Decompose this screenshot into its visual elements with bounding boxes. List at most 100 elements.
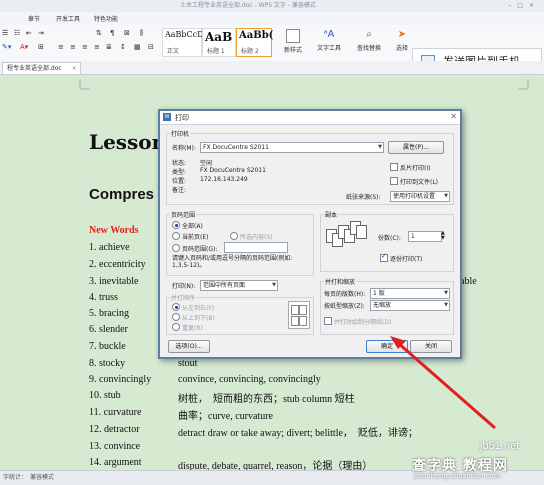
- align-center-icon[interactable]: ≡: [70, 43, 76, 51]
- print-what-select[interactable]: 范围中所有页面 ▼: [200, 280, 278, 291]
- bullets-icon[interactable]: ☰: [2, 29, 8, 37]
- printer-properties-button[interactable]: 属性(P)...: [388, 141, 444, 154]
- order-left-right-label: 从左到右(F): [182, 305, 215, 312]
- watermark-url: jiaocheng.chazidian.com: [414, 472, 501, 480]
- chevron-down-icon: ▼: [444, 193, 448, 199]
- page-range-hint: 请键入页码和/或用逗号分隔的页码范围(例如: 1,3,5-12)。: [172, 255, 293, 269]
- menu-item-features[interactable]: 特色功能: [94, 14, 118, 23]
- line-spacing-icon[interactable]: ↕: [120, 43, 126, 51]
- new-words-heading: New Words: [89, 225, 139, 236]
- selection-radio[interactable]: [230, 232, 238, 240]
- outdent-icon[interactable]: ⇥: [38, 29, 44, 37]
- type-label: 类型:: [172, 169, 187, 176]
- font-color-icon[interactable]: A▾: [20, 43, 28, 51]
- page-range-input[interactable]: [224, 242, 288, 253]
- copies-input[interactable]: 1: [408, 231, 442, 242]
- order-group-label: 并打顺序: [170, 293, 197, 302]
- document-tab[interactable]: 程专业英语全部.doc ×: [2, 62, 81, 74]
- menu-item-dev-tools[interactable]: 开发工具: [56, 14, 80, 23]
- pages-per-sheet-label: 每页的版数(H):: [324, 291, 366, 298]
- style-heading-2[interactable]: AaBb( 标题 2: [236, 28, 273, 57]
- page-range-group-label: 页码范围: [170, 210, 197, 219]
- close-tab-icon[interactable]: ×: [72, 63, 77, 74]
- column-icon[interactable]: ⫼: [140, 29, 143, 38]
- menu-item-chapter[interactable]: 章节: [28, 14, 40, 23]
- scale-select[interactable]: 无缩放 ▼: [370, 300, 450, 311]
- close-button[interactable]: 关闭: [410, 340, 452, 353]
- merge-border-checkbox[interactable]: [324, 317, 332, 325]
- printer-group-label: 打印机: [170, 129, 191, 138]
- word-definition: convince, convincing, convincingly: [178, 374, 321, 385]
- word-definition: stout: [178, 358, 198, 369]
- border-icon[interactable]: ⊞: [38, 43, 44, 51]
- word-item: 3. inevitable: [89, 276, 139, 287]
- copies-group-label: 副本: [324, 210, 339, 219]
- order-top-bottom-radio[interactable]: [172, 313, 180, 321]
- word-item: 12. detractor: [89, 424, 140, 435]
- numbering-icon[interactable]: ☷: [14, 29, 20, 37]
- align-right-icon[interactable]: ≡: [82, 43, 88, 51]
- print-to-file-checkbox[interactable]: [390, 177, 398, 185]
- collate-checkbox[interactable]: [380, 252, 388, 262]
- indent-icon[interactable]: ⇤: [26, 29, 32, 37]
- word-definition: detract draw or take away; divert; belit…: [178, 428, 418, 439]
- order-left-right-radio[interactable]: [172, 303, 180, 311]
- status-text: 字统计： 兼容模式: [3, 474, 55, 481]
- style-heading-1[interactable]: AaB 标题 1: [202, 28, 236, 57]
- reverse-print-label: 反片打印(I): [400, 165, 431, 172]
- text-tools-button[interactable]: ᵃA 文字工具: [312, 29, 346, 52]
- highlight-icon[interactable]: ✎▾: [2, 43, 11, 51]
- paper-source-select[interactable]: 使用打印机设置 ▼: [390, 191, 450, 202]
- window-title: 土木工程专业英语全部.doc - WPS 文字 - 兼容模式: [180, 2, 316, 9]
- find-icon: ⌕: [366, 29, 372, 40]
- order-repeat-label: 重复(R): [182, 325, 203, 332]
- justify-icon[interactable]: ≡: [94, 43, 100, 51]
- merge-scale-group-label: 并打和缩放: [324, 277, 357, 286]
- page-range-radio[interactable]: [172, 244, 180, 252]
- new-style-button[interactable]: 新样式: [276, 29, 310, 54]
- show-marks-icon[interactable]: ¶: [110, 29, 114, 37]
- style-normal[interactable]: AaBbCcD 正文: [162, 28, 204, 57]
- word-item: 1. achieve: [89, 242, 130, 253]
- word-definition: 树桩， 短而粗的东西；stub column 短柱: [178, 394, 355, 405]
- dialog-title: 打印: [175, 114, 189, 122]
- scale-label: 按纸型缩放(Z):: [324, 303, 365, 310]
- word-definition: 曲率；curve, curvature: [178, 411, 273, 422]
- close-icon[interactable]: ✕: [450, 112, 457, 121]
- watermark-site: jb51.net: [480, 440, 520, 452]
- align-left-icon[interactable]: ≡: [58, 43, 64, 51]
- options-button[interactable]: 选项(O)...: [168, 340, 210, 353]
- print-to-file-label: 打印到文件(L): [400, 179, 439, 186]
- current-page-radio[interactable]: [172, 232, 180, 240]
- tab-icon[interactable]: ⊠: [124, 29, 130, 37]
- chevron-down-icon: ▼: [444, 290, 448, 296]
- order-repeat-radio[interactable]: [172, 323, 180, 331]
- sort-icon[interactable]: ⇅: [96, 29, 102, 37]
- section-heading: Compres: [89, 186, 155, 203]
- copies-label: 份数(C):: [378, 235, 401, 242]
- copies-spinner-icon[interactable]: ▲ ▼: [441, 231, 445, 241]
- window-controls[interactable]: –□×: [508, 0, 540, 12]
- reverse-print-checkbox[interactable]: [390, 163, 398, 171]
- new-style-icon: [286, 29, 300, 43]
- distribute-icon[interactable]: ≣: [106, 43, 112, 51]
- word-item: 14. argument: [89, 457, 142, 468]
- order-top-bottom-label: 从上到下(B): [182, 315, 215, 322]
- pages-per-sheet-select[interactable]: 1 版 ▼: [370, 288, 450, 299]
- shading-icon[interactable]: ▦: [134, 43, 141, 51]
- print-dialog: W 打印 ✕ 打印机 名称(M): FX DocuCentre S2011 ▼ 属…: [158, 109, 462, 359]
- selection-label: 所选内容(S): [240, 234, 273, 241]
- dialog-titlebar[interactable]: W 打印 ✕: [160, 111, 460, 125]
- table-border-icon[interactable]: ⊟: [148, 43, 154, 51]
- printer-name-select[interactable]: FX DocuCentre S2011 ▼: [200, 142, 384, 153]
- find-replace-button[interactable]: ⌕ 查找替换: [352, 29, 386, 52]
- select-button[interactable]: ➤ 选择: [390, 29, 414, 52]
- cursor-icon: ➤: [397, 29, 407, 40]
- status-label: 状态:: [172, 160, 187, 167]
- page-range-label: 页码范围(G):: [182, 246, 218, 253]
- word-item: 9. convincingly: [89, 374, 152, 385]
- ok-button[interactable]: 确定: [366, 340, 408, 353]
- menu-bar: 章节 开发工具 特色功能: [0, 12, 544, 25]
- all-pages-radio[interactable]: [172, 221, 180, 229]
- merge-border-label: 并打时绘制分隔线(D): [334, 319, 392, 326]
